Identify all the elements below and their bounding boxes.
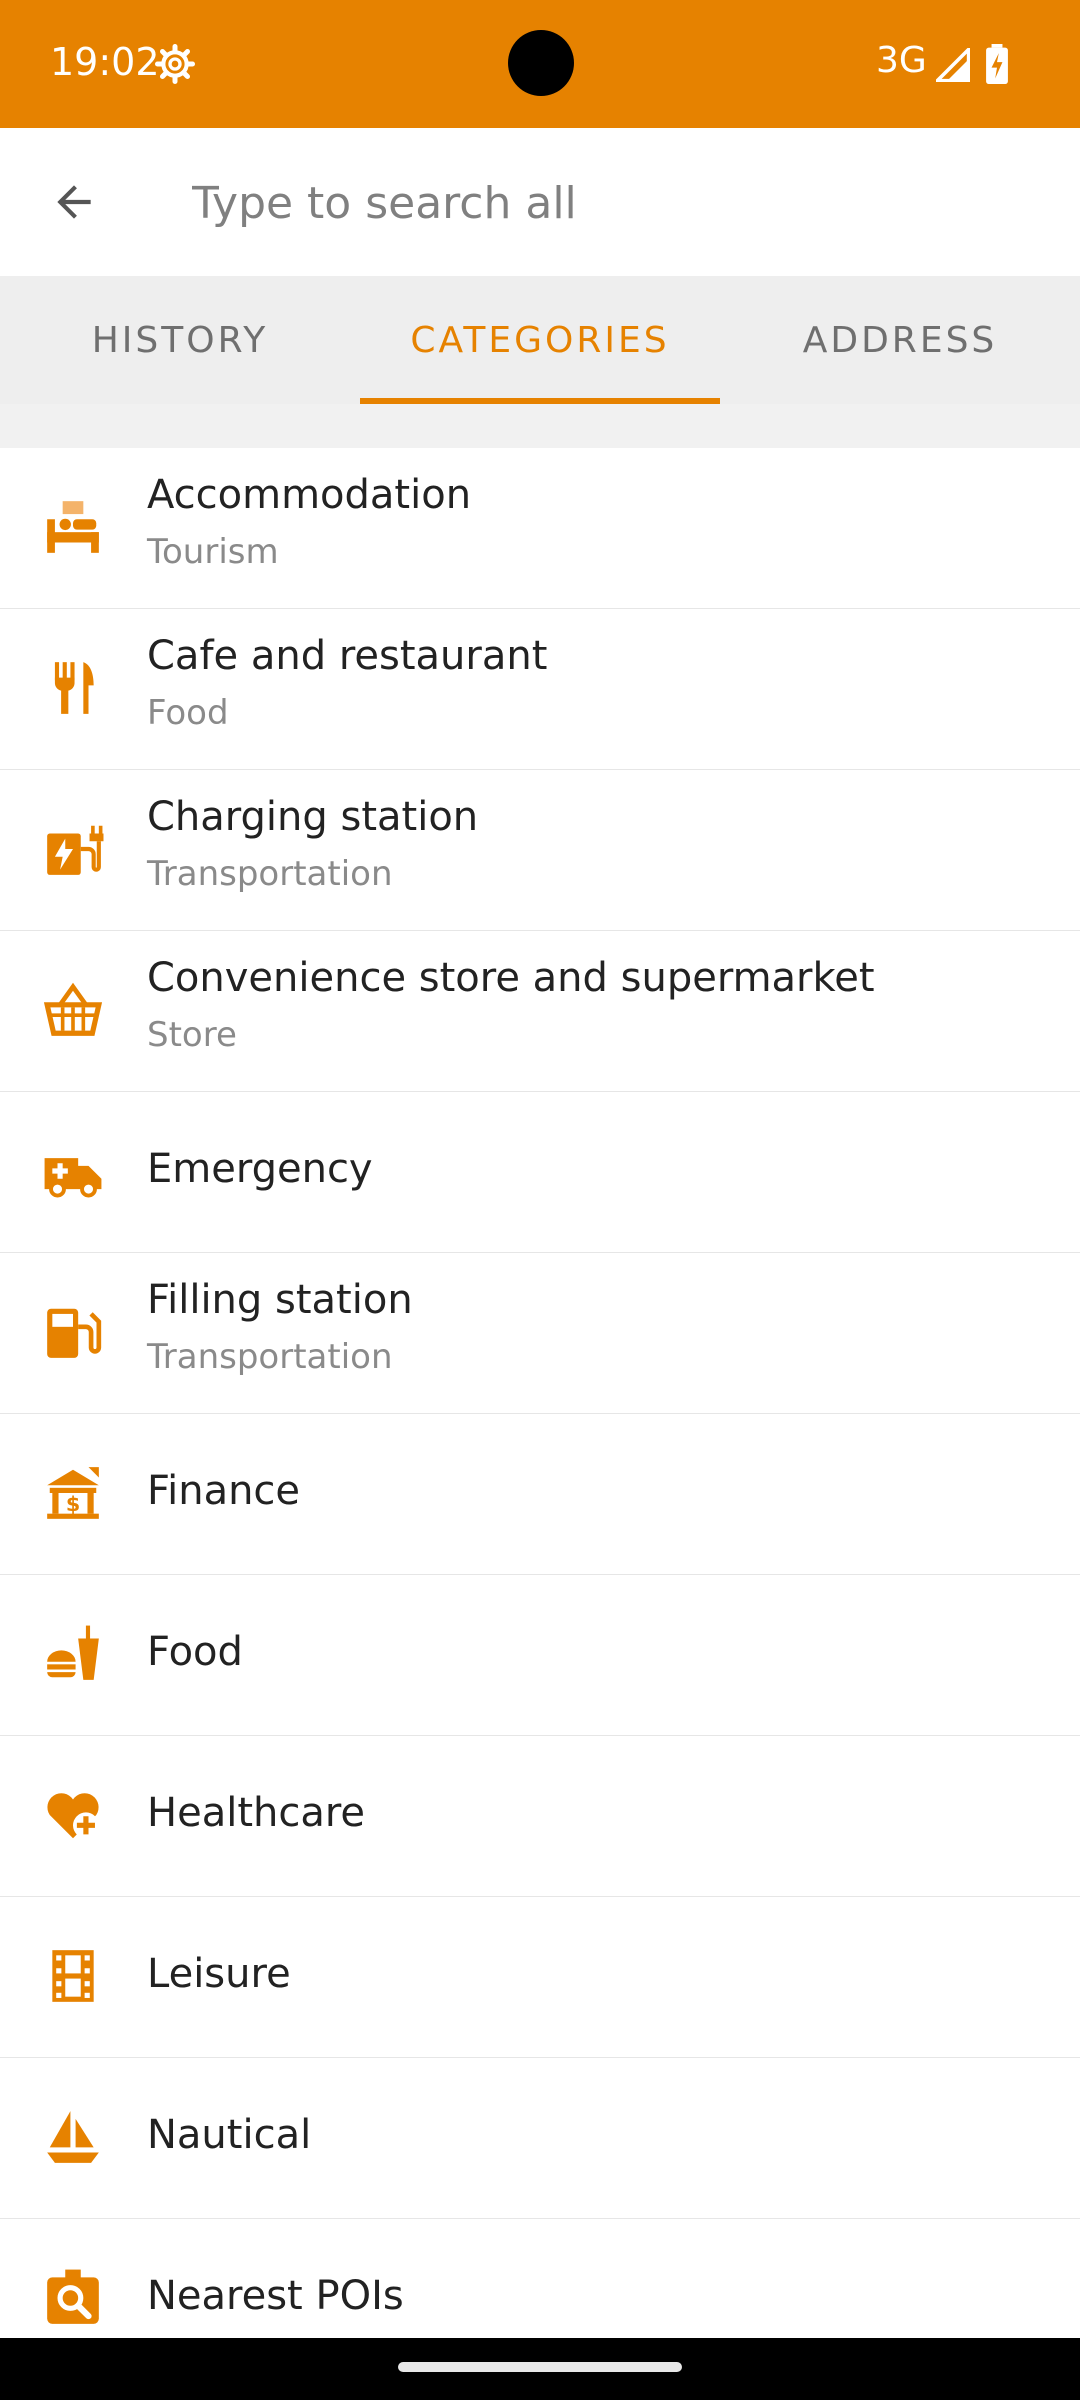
list-item-title: Accommodation xyxy=(147,472,472,518)
camera-cutout xyxy=(508,30,574,96)
list-item-charging-station[interactable]: Charging station Transportation xyxy=(0,770,1080,931)
search-input[interactable] xyxy=(190,148,1064,258)
list-item-title: Leisure xyxy=(147,1951,291,1997)
tab-address[interactable]: ADDRESS xyxy=(720,276,1080,404)
list-item-title: Emergency xyxy=(147,1146,373,1192)
list-item-accommodation[interactable]: Accommodation Tourism xyxy=(0,448,1080,609)
list-item-nautical[interactable]: Nautical xyxy=(0,2058,1080,2219)
list-item-subtitle: Transportation xyxy=(147,854,393,894)
battery-charging-icon xyxy=(986,44,1008,84)
back-button[interactable] xyxy=(0,128,148,276)
list-item-subtitle: Store xyxy=(147,1015,237,1055)
list-item-leisure[interactable]: Leisure xyxy=(0,1897,1080,2058)
list-item-title: Nautical xyxy=(147,2112,312,2158)
tab-categories-label: CATEGORIES xyxy=(410,319,670,361)
tab-separator xyxy=(0,404,1080,450)
status-time: 19:02 xyxy=(50,40,160,84)
list-item-emergency[interactable]: Emergency xyxy=(0,1092,1080,1253)
list-item-cafe-restaurant[interactable]: Cafe and restaurant Food xyxy=(0,609,1080,770)
list-item-food[interactable]: Food xyxy=(0,1575,1080,1736)
list-item-title: Finance xyxy=(147,1468,301,1514)
signal-icon xyxy=(936,48,970,82)
finance-icon: $ xyxy=(47,1467,99,1519)
search-map-icon xyxy=(47,2269,99,2324)
list-item-title: Food xyxy=(147,1629,243,1675)
list-item-subtitle: Food xyxy=(147,693,229,733)
fuel-pump-icon xyxy=(47,1308,102,1358)
svg-text:$: $ xyxy=(66,1492,80,1516)
bed-icon xyxy=(47,501,99,553)
film-icon xyxy=(52,1950,94,2002)
network-type: 3G xyxy=(876,40,927,81)
list-item-subtitle: Tourism xyxy=(147,532,279,572)
list-item-title: Charging station xyxy=(147,794,479,840)
navigation-bar xyxy=(0,2338,1080,2400)
category-list[interactable]: Accommodation Tourism Cafe and restauran… xyxy=(0,448,1080,2380)
tab-address-label: ADDRESS xyxy=(802,319,998,361)
list-item-title: Filling station xyxy=(147,1277,413,1323)
tab-categories[interactable]: CATEGORIES xyxy=(360,276,720,404)
ev-charging-icon xyxy=(47,825,104,875)
list-item-title: Healthcare xyxy=(147,1790,366,1836)
home-gesture-handle[interactable] xyxy=(398,2362,682,2372)
tab-bar: HISTORY CATEGORIES ADDRESS xyxy=(0,276,1080,404)
fork-knife-icon xyxy=(54,662,94,714)
search-bar xyxy=(0,128,1080,277)
list-item-title: Cafe and restaurant xyxy=(147,633,548,679)
list-item-finance[interactable]: $ Finance xyxy=(0,1414,1080,1575)
basket-icon xyxy=(43,982,103,1036)
healthcare-icon xyxy=(47,1793,99,1839)
list-item-title: Convenience store and supermarket xyxy=(147,955,875,1001)
sailboat-icon xyxy=(47,2111,99,2163)
arrow-back-icon xyxy=(57,185,91,219)
list-item-subtitle: Transportation xyxy=(147,1337,393,1377)
list-item-filling-station[interactable]: Filling station Transportation xyxy=(0,1253,1080,1414)
tab-history-label: HISTORY xyxy=(91,319,269,361)
list-item-convenience-store[interactable]: Convenience store and supermarket Store xyxy=(0,931,1080,1092)
search-divider xyxy=(148,128,188,276)
fastfood-icon xyxy=(47,1625,99,1680)
list-item-title: Nearest POIs xyxy=(147,2273,404,2319)
status-bar: 19:02 3G xyxy=(0,0,1080,128)
tab-history[interactable]: HISTORY xyxy=(0,276,360,404)
ambulance-icon xyxy=(44,1158,102,1198)
list-item-healthcare[interactable]: Healthcare xyxy=(0,1736,1080,1897)
gear-icon xyxy=(155,44,195,84)
